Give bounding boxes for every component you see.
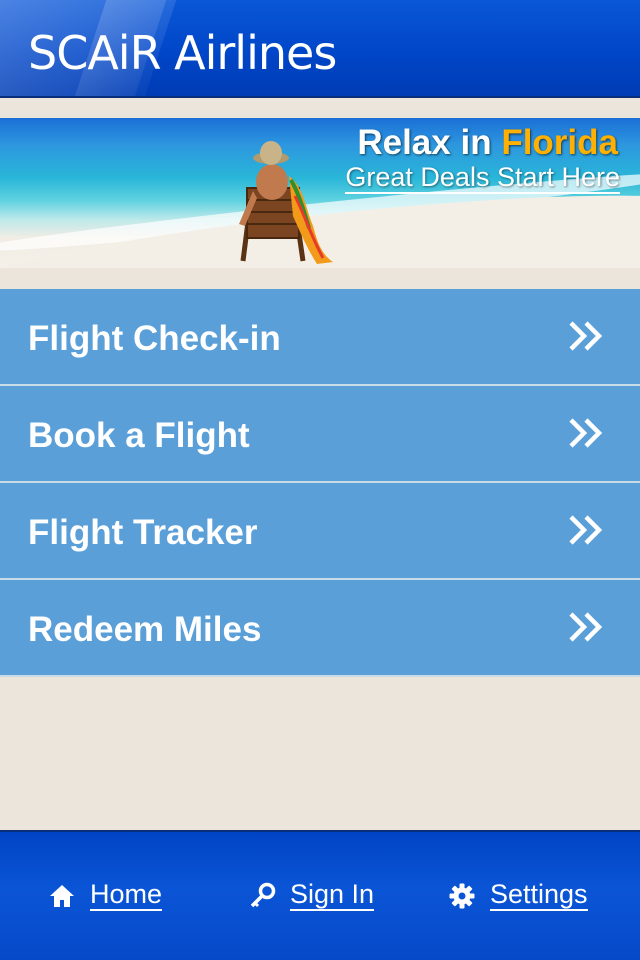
banner-link[interactable]: Great Deals Start Here bbox=[345, 162, 620, 194]
menu-item-flight-tracker[interactable]: Flight Tracker bbox=[0, 483, 640, 580]
double-chevron-right-icon bbox=[569, 515, 603, 545]
double-chevron-right-icon bbox=[569, 612, 603, 642]
menu-item-label: Book a Flight bbox=[28, 416, 250, 455]
beach-chair-image bbox=[239, 141, 333, 264]
main-menu: Flight Check-in Book a Flight Flight Tra… bbox=[0, 289, 640, 677]
nav-sign-in-label: Sign In bbox=[290, 879, 375, 911]
nav-home[interactable]: Home bbox=[48, 879, 163, 911]
menu-item-label: Redeem Miles bbox=[28, 610, 262, 649]
promo-banner[interactable]: Relax in Florida Great Deals Start Here bbox=[0, 118, 640, 268]
menu-item-redeem-miles[interactable]: Redeem Miles bbox=[0, 580, 640, 677]
nav-sign-in[interactable]: Sign In bbox=[248, 879, 375, 911]
gear-icon bbox=[449, 883, 475, 908]
nav-settings[interactable]: Settings bbox=[448, 880, 588, 911]
nav-settings-label: Settings bbox=[490, 879, 588, 911]
app-title: SCAiR Airlines bbox=[28, 26, 337, 80]
bottom-nav: Home Sign In Settings bbox=[0, 830, 640, 960]
key-icon bbox=[250, 882, 276, 907]
double-chevron-right-icon bbox=[569, 418, 603, 448]
double-chevron-right-icon bbox=[569, 321, 603, 351]
menu-item-label: Flight Check-in bbox=[28, 319, 281, 358]
menu-item-label: Flight Tracker bbox=[28, 513, 258, 552]
menu-item-flight-check-in[interactable]: Flight Check-in bbox=[0, 289, 640, 386]
banner-headline: Relax in Florida bbox=[357, 123, 618, 163]
home-icon bbox=[50, 884, 74, 907]
app-header: SCAiR Airlines bbox=[0, 0, 640, 98]
banner-headline-highlight: Florida bbox=[501, 123, 618, 162]
nav-home-label: Home bbox=[90, 879, 163, 911]
banner-headline-prefix: Relax in bbox=[357, 123, 492, 162]
menu-item-book-a-flight[interactable]: Book a Flight bbox=[0, 386, 640, 483]
